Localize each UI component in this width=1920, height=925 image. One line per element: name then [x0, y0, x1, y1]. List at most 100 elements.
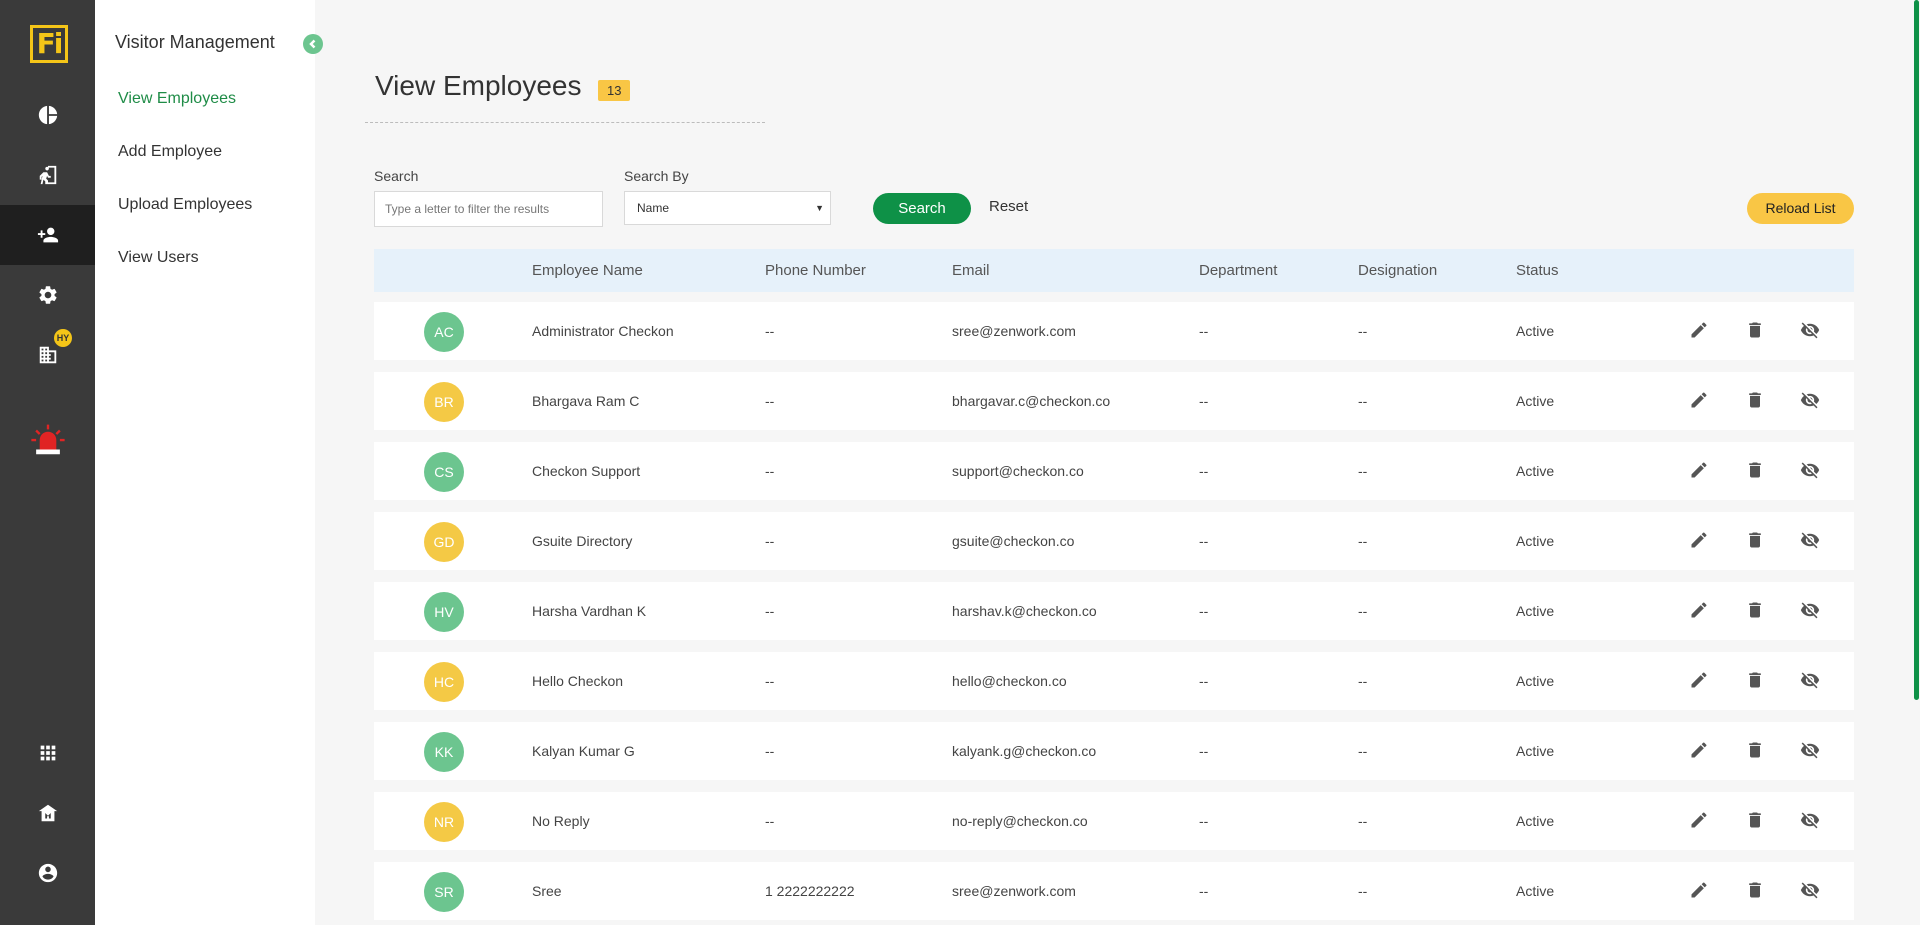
reset-button[interactable]: Reset: [989, 198, 1028, 215]
column-department[interactable]: Department: [1199, 262, 1277, 279]
building-icon: [39, 346, 56, 364]
deactivate-button[interactable]: [1799, 319, 1821, 341]
column-employee-name[interactable]: Employee Name: [532, 262, 643, 279]
pencil-icon: [1689, 460, 1709, 480]
designation: --: [1358, 743, 1368, 759]
department: --: [1199, 463, 1209, 479]
reload-list-button[interactable]: Reload List: [1747, 193, 1854, 224]
deactivate-button[interactable]: [1799, 459, 1821, 481]
eye-off-icon: [1800, 530, 1820, 550]
main-content: View Employees 13 Search Search By Name …: [315, 0, 1920, 925]
dashboard-nav[interactable]: [0, 85, 95, 145]
delete-button[interactable]: [1744, 459, 1766, 481]
subnav-item-view-employees[interactable]: View Employees: [118, 90, 236, 108]
column-designation[interactable]: Designation: [1358, 262, 1437, 279]
table-row[interactable]: NR No Reply -- no-reply@checkon.co -- -- Activ…: [374, 792, 1854, 850]
edit-button[interactable]: [1688, 879, 1710, 901]
phone-number: --: [765, 813, 775, 829]
table-row[interactable]: CS Checkon Support -- support@checkon.co -- -…: [374, 442, 1854, 500]
column-status[interactable]: Status: [1516, 262, 1559, 279]
edit-button[interactable]: [1688, 319, 1710, 341]
delete-button[interactable]: [1744, 529, 1766, 551]
app-logo[interactable]: Fi: [30, 25, 68, 63]
dashboard-icon: [38, 105, 57, 125]
search-by-label: Search By: [624, 168, 689, 184]
department: --: [1199, 323, 1209, 339]
table-row[interactable]: GD Gsuite Directory -- gsuite@checkon.co -- -…: [374, 512, 1854, 570]
building-nav[interactable]: [0, 325, 95, 385]
email: hello@checkon.co: [952, 673, 1067, 689]
edit-button[interactable]: [1688, 599, 1710, 621]
phone-number: --: [765, 673, 775, 689]
table-row[interactable]: HC Hello Checkon -- hello@checkon.co -- -- Act…: [374, 652, 1854, 710]
title-divider: [365, 122, 765, 123]
table-row[interactable]: KK Kalyan Kumar G -- kalyank.g@checkon.co --…: [374, 722, 1854, 780]
search-by-select[interactable]: Name ▼: [624, 191, 831, 225]
edit-button[interactable]: [1688, 389, 1710, 411]
trash-icon: [1745, 810, 1765, 830]
employee-name: Sree: [532, 883, 562, 899]
employees-nav[interactable]: [0, 205, 95, 265]
designation: --: [1358, 393, 1368, 409]
avatar: BR: [424, 382, 464, 422]
delete-button[interactable]: [1744, 669, 1766, 691]
delete-button[interactable]: [1744, 809, 1766, 831]
search-label: Search: [374, 168, 419, 184]
icon-rail: Fi HY: [0, 0, 95, 925]
deactivate-button[interactable]: [1799, 809, 1821, 831]
subnav-item-upload-employees[interactable]: Upload Employees: [118, 196, 252, 214]
delete-button[interactable]: [1744, 319, 1766, 341]
designation: --: [1358, 883, 1368, 899]
edit-button[interactable]: [1688, 739, 1710, 761]
edit-button[interactable]: [1688, 529, 1710, 551]
visitors-nav[interactable]: [0, 145, 95, 205]
edit-button[interactable]: [1688, 459, 1710, 481]
column-email[interactable]: Email: [952, 262, 990, 279]
delete-button[interactable]: [1744, 879, 1766, 901]
delete-button[interactable]: [1744, 389, 1766, 411]
deactivate-button[interactable]: [1799, 599, 1821, 621]
email: support@checkon.co: [952, 463, 1084, 479]
pencil-icon: [1689, 810, 1709, 830]
search-input[interactable]: [374, 191, 603, 227]
department: --: [1199, 743, 1209, 759]
trash-icon: [1745, 390, 1765, 410]
table-row[interactable]: AC Administrator Checkon -- sree@zenwork.co…: [374, 302, 1854, 360]
table-row[interactable]: HV Harsha Vardhan K -- harshav.k@checkon.co…: [374, 582, 1854, 640]
deactivate-button[interactable]: [1799, 739, 1821, 761]
trash-icon: [1745, 460, 1765, 480]
table-row[interactable]: BR Bhargava Ram C -- bhargavar.c@checkon.co…: [374, 372, 1854, 430]
home-nav[interactable]: [0, 783, 95, 843]
table-row[interactable]: SR Sree 1 2222222222 sree@zenwork.com -- -- Ac…: [374, 862, 1854, 920]
apps-grid-icon: [40, 745, 55, 761]
edit-button[interactable]: [1688, 669, 1710, 691]
subnav-item-view-users[interactable]: View Users: [118, 249, 199, 267]
delete-button[interactable]: [1744, 599, 1766, 621]
designation: --: [1358, 603, 1368, 619]
deactivate-button[interactable]: [1799, 669, 1821, 691]
department: --: [1199, 883, 1209, 899]
settings-nav[interactable]: [0, 265, 95, 325]
phone-number: --: [765, 533, 775, 549]
deactivate-button[interactable]: [1799, 389, 1821, 411]
profile-nav[interactable]: [0, 843, 95, 903]
settings-icon: [38, 286, 57, 304]
scrollbar[interactable]: [1912, 0, 1920, 925]
pencil-icon: [1689, 600, 1709, 620]
employee-name: Administrator Checkon: [532, 323, 674, 339]
avatar: HV: [424, 592, 464, 632]
search-button[interactable]: Search: [873, 193, 971, 224]
subnav-item-add-employee[interactable]: Add Employee: [118, 143, 222, 161]
home-icon: [38, 804, 57, 822]
scrollbar-thumb[interactable]: [1914, 0, 1919, 700]
status: Active: [1516, 533, 1555, 549]
delete-button[interactable]: [1744, 739, 1766, 761]
column-phone-number[interactable]: Phone Number: [765, 262, 866, 279]
deactivate-button[interactable]: [1799, 879, 1821, 901]
edit-button[interactable]: [1688, 809, 1710, 831]
emergency-nav[interactable]: [0, 410, 95, 470]
apps-nav[interactable]: [0, 723, 95, 783]
pencil-icon: [1689, 670, 1709, 690]
employee-name: Bhargava Ram C: [532, 393, 640, 409]
deactivate-button[interactable]: [1799, 529, 1821, 551]
